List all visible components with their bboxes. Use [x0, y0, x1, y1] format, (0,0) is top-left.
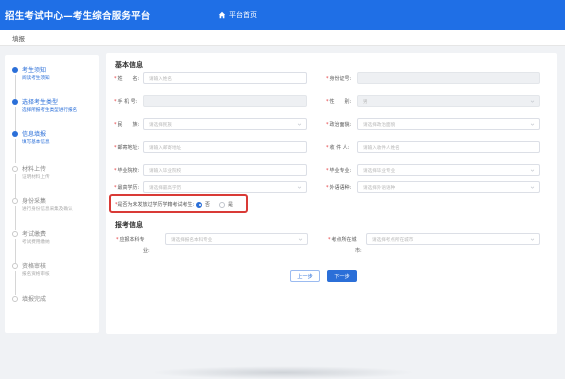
step-6[interactable]: 考试缴费 考试费用缴纳	[10, 229, 96, 263]
step-desc: 证明材料上传	[22, 175, 50, 180]
chevron-down-icon	[298, 238, 303, 241]
name-label: *姓 名:	[114, 76, 140, 82]
radio-checked-icon	[196, 201, 202, 208]
step-dot-pending	[12, 198, 18, 204]
chevron-down-icon	[530, 186, 535, 189]
ethnicity-select[interactable]: 请选择民族	[143, 118, 307, 130]
step-8[interactable]: 填报完成	[10, 294, 96, 324]
phone-input[interactable]	[143, 95, 307, 107]
name-input[interactable]: 请输入姓名	[143, 72, 307, 84]
step-desc: 考试费用缴纳	[22, 240, 50, 245]
step-title: 身份采集	[22, 198, 47, 205]
subject-label-cont: 业:	[143, 248, 150, 254]
steps-sidebar: 考生须知 阅读考生须知 选择考生类型 选择所报考生类型进行报名 信息填报 填写基…	[5, 55, 99, 333]
step-4[interactable]: 材料上传 证明材料上传	[10, 164, 96, 198]
mailing-address-label: *邮寄地址:	[114, 145, 140, 151]
location-select[interactable]: 请选择考点所在城市	[366, 233, 540, 245]
step-desc: 填写基本信息	[22, 140, 50, 145]
bottom-shadow	[150, 366, 415, 379]
basic-info-title: 基本信息	[115, 61, 143, 69]
chevron-down-icon	[530, 123, 535, 126]
recipient-label: *收 件 人:	[326, 145, 350, 151]
graduate-school-label: *毕业院校:	[114, 168, 140, 174]
foreign-language-label: *外语语种:	[326, 185, 352, 191]
step-5[interactable]: 身份采集 进行身份信息采集及确认	[10, 196, 96, 230]
step-dot-pending	[12, 296, 18, 302]
chevron-down-icon	[297, 186, 302, 189]
graduate-school-input[interactable]: 请输入毕业院校	[143, 164, 307, 176]
radio-label-no: 否	[205, 202, 211, 208]
gender-select[interactable]: 男	[357, 95, 540, 107]
step-connector	[14, 239, 16, 263]
step-connector	[14, 206, 16, 230]
step-connector	[14, 174, 16, 198]
step-desc: 阅读考生须知	[22, 76, 50, 81]
top-bar: 招生考试中心—考生综合服务平台 平台首页	[0, 0, 565, 30]
breadcrumb: 填报	[0, 30, 565, 46]
location-label: *考点所在城	[328, 237, 357, 243]
step-connector	[14, 139, 16, 163]
chevron-down-icon	[530, 169, 535, 172]
app-title: 招生考试中心—考生综合服务平台	[5, 11, 151, 22]
step-dot-pending	[12, 263, 18, 269]
prev-step-button[interactable]: 上一步	[290, 270, 320, 282]
home-icon	[218, 11, 226, 19]
id-number-input[interactable]	[357, 72, 540, 84]
step-title: 信息填报	[22, 131, 47, 138]
breadcrumb-item: 填报	[12, 35, 25, 43]
step-dot-active	[12, 131, 18, 137]
chevron-down-icon	[530, 100, 535, 103]
step-dot-pending	[12, 231, 18, 237]
step-2[interactable]: 选择考生类型 选择所报考生类型进行报名	[10, 97, 96, 131]
step-connector	[14, 75, 16, 99]
radio-option-no[interactable]: 否	[196, 201, 210, 208]
foreign-language-select[interactable]: 请选择外语语种	[357, 181, 540, 193]
radio-option-yes[interactable]: 是	[219, 201, 233, 208]
step-7[interactable]: 资格审核 报名资格审核	[10, 261, 96, 295]
next-step-button[interactable]: 下一步	[327, 270, 357, 282]
step-connector	[14, 271, 16, 295]
chevron-down-icon	[530, 238, 535, 241]
ethnicity-label: *民 族:	[114, 122, 140, 128]
step-dot-pending	[12, 166, 18, 172]
home-link-label: 平台首页	[229, 11, 257, 19]
graduate-major-label: *毕业专业:	[326, 168, 352, 174]
step-dot-done	[12, 99, 18, 105]
step-1[interactable]: 考生须知 阅读考生须知	[10, 65, 96, 99]
step-desc: 进行身份信息采集及确认	[22, 207, 73, 212]
radio-label-yes: 是	[228, 202, 234, 208]
subject-label: *应报本科专	[116, 237, 145, 243]
step-dot-done	[12, 67, 18, 73]
highest-degree-select[interactable]: 请选择最高学历	[143, 181, 307, 193]
id-number-label: *身份证号:	[326, 76, 352, 82]
mailing-address-input[interactable]: 请输入邮寄地址	[143, 141, 307, 153]
step-title: 考生须知	[22, 67, 47, 74]
recipient-input[interactable]: 请输入收件人姓名	[357, 141, 540, 153]
step-desc: 报名资格审核	[22, 272, 50, 277]
step-connector	[14, 107, 16, 131]
home-link[interactable]: 平台首页	[218, 10, 257, 20]
political-status-label: *政治面貌:	[326, 122, 352, 128]
chevron-down-icon	[297, 123, 302, 126]
highest-degree-label: *最高学历:	[114, 185, 140, 191]
step-desc: 选择所报考生类型进行报名	[22, 108, 78, 113]
radio-unchecked-icon	[219, 201, 225, 208]
step-title: 资格审核	[22, 263, 47, 270]
phone-label: *手 机 号:	[114, 99, 138, 105]
location-label-cont: 市:	[355, 248, 362, 254]
step-title: 填报完成	[22, 296, 47, 303]
graduate-major-select[interactable]: 请选择毕业专业	[357, 164, 540, 176]
step-3[interactable]: 信息填报 填写基本信息	[10, 129, 96, 163]
gender-label: *性 别:	[326, 99, 352, 105]
step-title: 材料上传	[22, 166, 47, 173]
step-title: 考试缴费	[22, 231, 47, 238]
subject-select[interactable]: 请选择报名本科专业	[165, 233, 308, 245]
exam-info-title: 报考信息	[115, 221, 143, 229]
step-title: 选择考生类型	[22, 99, 59, 106]
political-status-select[interactable]: 请选择政治面貌	[357, 118, 540, 130]
fresh-grad-question: *是否为未发放过学历学籍考试考生:	[115, 202, 195, 208]
